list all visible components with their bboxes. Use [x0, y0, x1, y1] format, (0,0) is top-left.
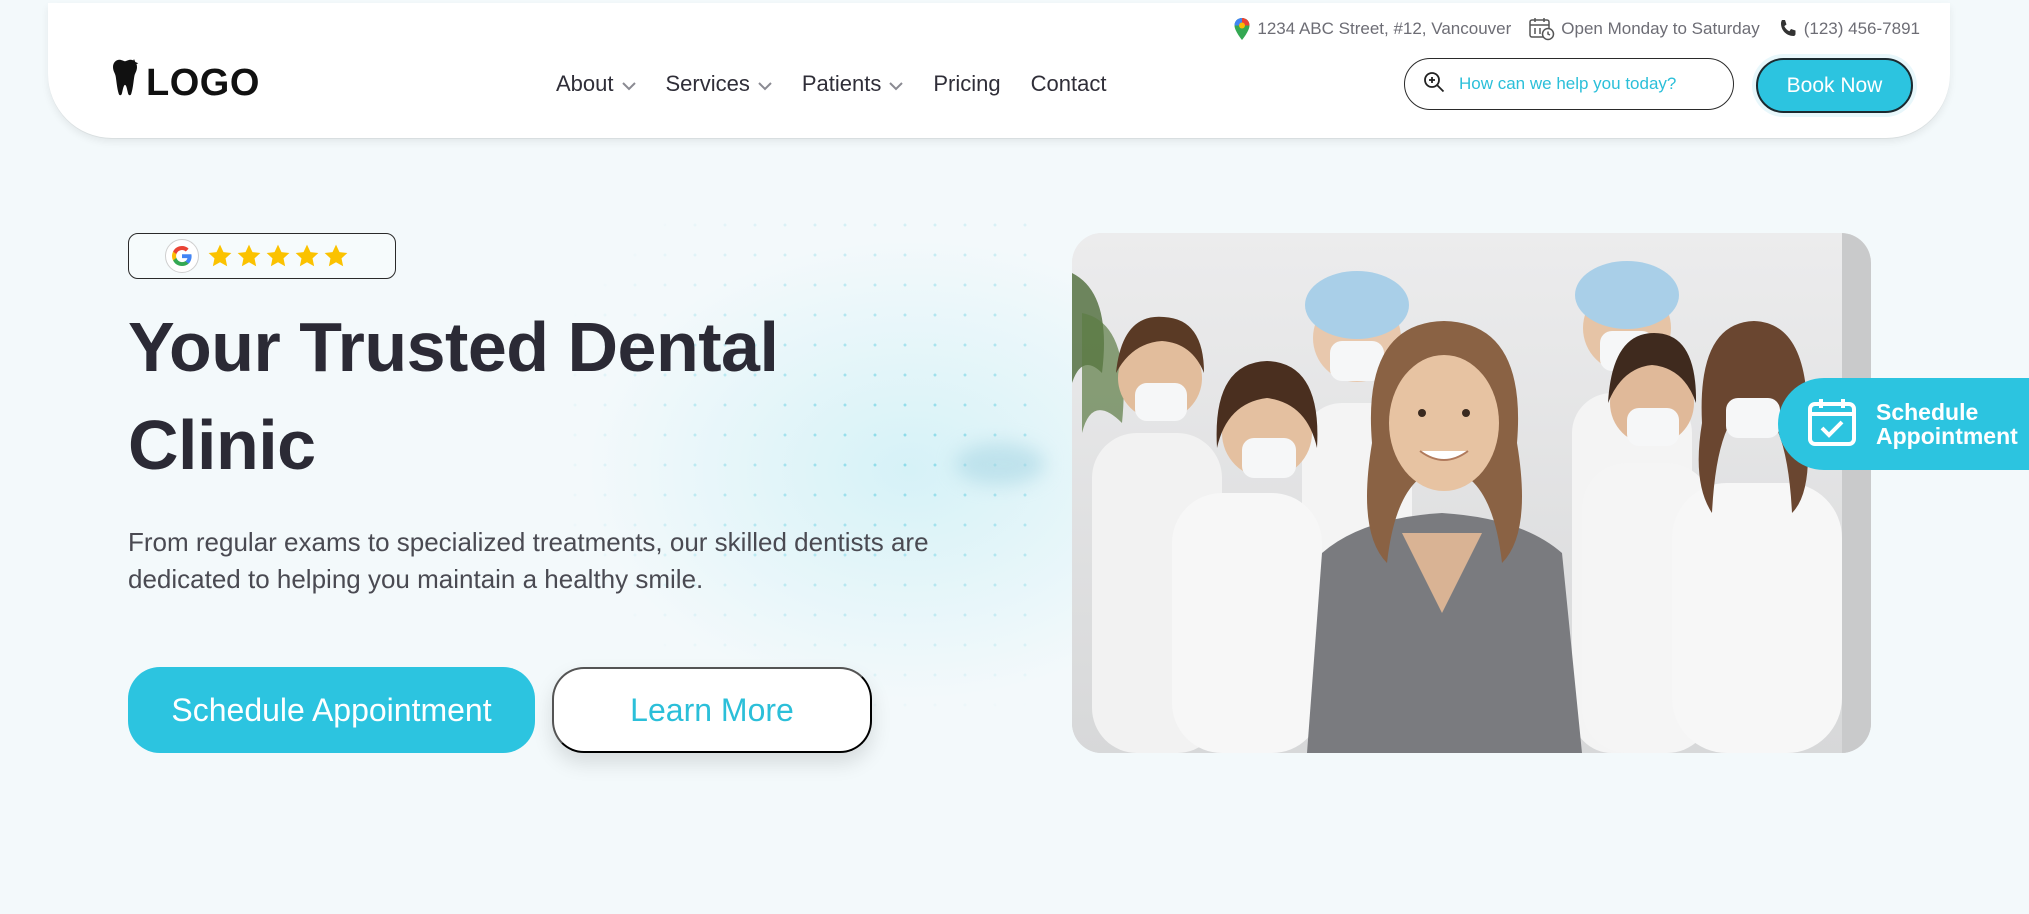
nav-item-about[interactable]: About	[556, 71, 636, 97]
search-box[interactable]	[1404, 58, 1734, 110]
chevron-down-icon	[621, 71, 636, 97]
phone-item[interactable]: (123) 456-7891	[1778, 19, 1920, 39]
hours-text: Open Monday to Saturday	[1561, 19, 1760, 38]
nav-item-patients[interactable]: Patients	[802, 71, 904, 97]
star-icon	[237, 244, 261, 267]
chevron-down-icon	[889, 71, 904, 97]
nav-label: Contact	[1030, 71, 1107, 96]
calendar-clock-icon	[1529, 17, 1555, 41]
learn-more-button[interactable]: Learn More	[552, 667, 872, 753]
decorative-blur	[955, 443, 1045, 485]
search-input[interactable]	[1459, 74, 1699, 94]
hero-title: Your Trusted Dental Clinic	[128, 308, 779, 484]
floating-tab-label: Schedule Appointment	[1876, 400, 2018, 448]
calendar-check-icon	[1806, 396, 1858, 453]
nav-item-pricing[interactable]: Pricing	[933, 71, 1000, 97]
nav-label: Services	[665, 71, 750, 96]
hero-subtitle: From regular exams to specialized treatm…	[128, 527, 929, 594]
address-item[interactable]: 1234 ABC Street, #12, Vancouver	[1233, 17, 1511, 41]
contact-topbar: 1234 ABC Street, #12, Vancouver Open Mon…	[1233, 17, 1920, 41]
floating-tab-line2: Appointment	[1876, 423, 2018, 449]
hours-item: Open Monday to Saturday	[1529, 17, 1760, 41]
tooth-icon	[110, 58, 140, 108]
dental-team-photo	[1072, 233, 1871, 753]
nav-item-contact[interactable]: Contact	[1031, 71, 1107, 97]
main-nav: About Services Patients Pricing Contact	[556, 71, 1106, 97]
star-icon	[295, 244, 319, 267]
address-text: 1234 ABC Street, #12, Vancouver	[1257, 19, 1512, 38]
schedule-appointment-button[interactable]: Schedule Appointment	[128, 667, 535, 753]
search-icon	[1423, 71, 1445, 98]
nav-label: About	[556, 71, 614, 96]
nav-label: Pricing	[933, 71, 1001, 96]
star-icon	[266, 244, 290, 267]
site-header: 1234 ABC Street, #12, Vancouver Open Mon…	[48, 3, 1950, 138]
site-logo[interactable]: LOGO	[110, 58, 260, 108]
google-icon	[165, 239, 199, 273]
nav-label: Patients	[801, 71, 882, 96]
google-rating-badge	[128, 233, 396, 279]
floating-schedule-tab[interactable]: Schedule Appointment	[1778, 378, 2029, 470]
logo-text: LOGO	[146, 61, 260, 104]
nav-item-services[interactable]: Services	[666, 71, 772, 97]
chevron-down-icon	[758, 71, 772, 97]
phone-text: (123) 456-7891	[1803, 19, 1920, 38]
star-icon	[208, 244, 232, 267]
star-rating	[207, 243, 349, 269]
floating-tab-line1: Schedule	[1876, 399, 1979, 425]
phone-icon	[1778, 19, 1798, 39]
star-icon	[324, 244, 348, 267]
map-pin-icon	[1233, 17, 1251, 41]
book-now-button[interactable]: Book Now	[1756, 58, 1913, 113]
